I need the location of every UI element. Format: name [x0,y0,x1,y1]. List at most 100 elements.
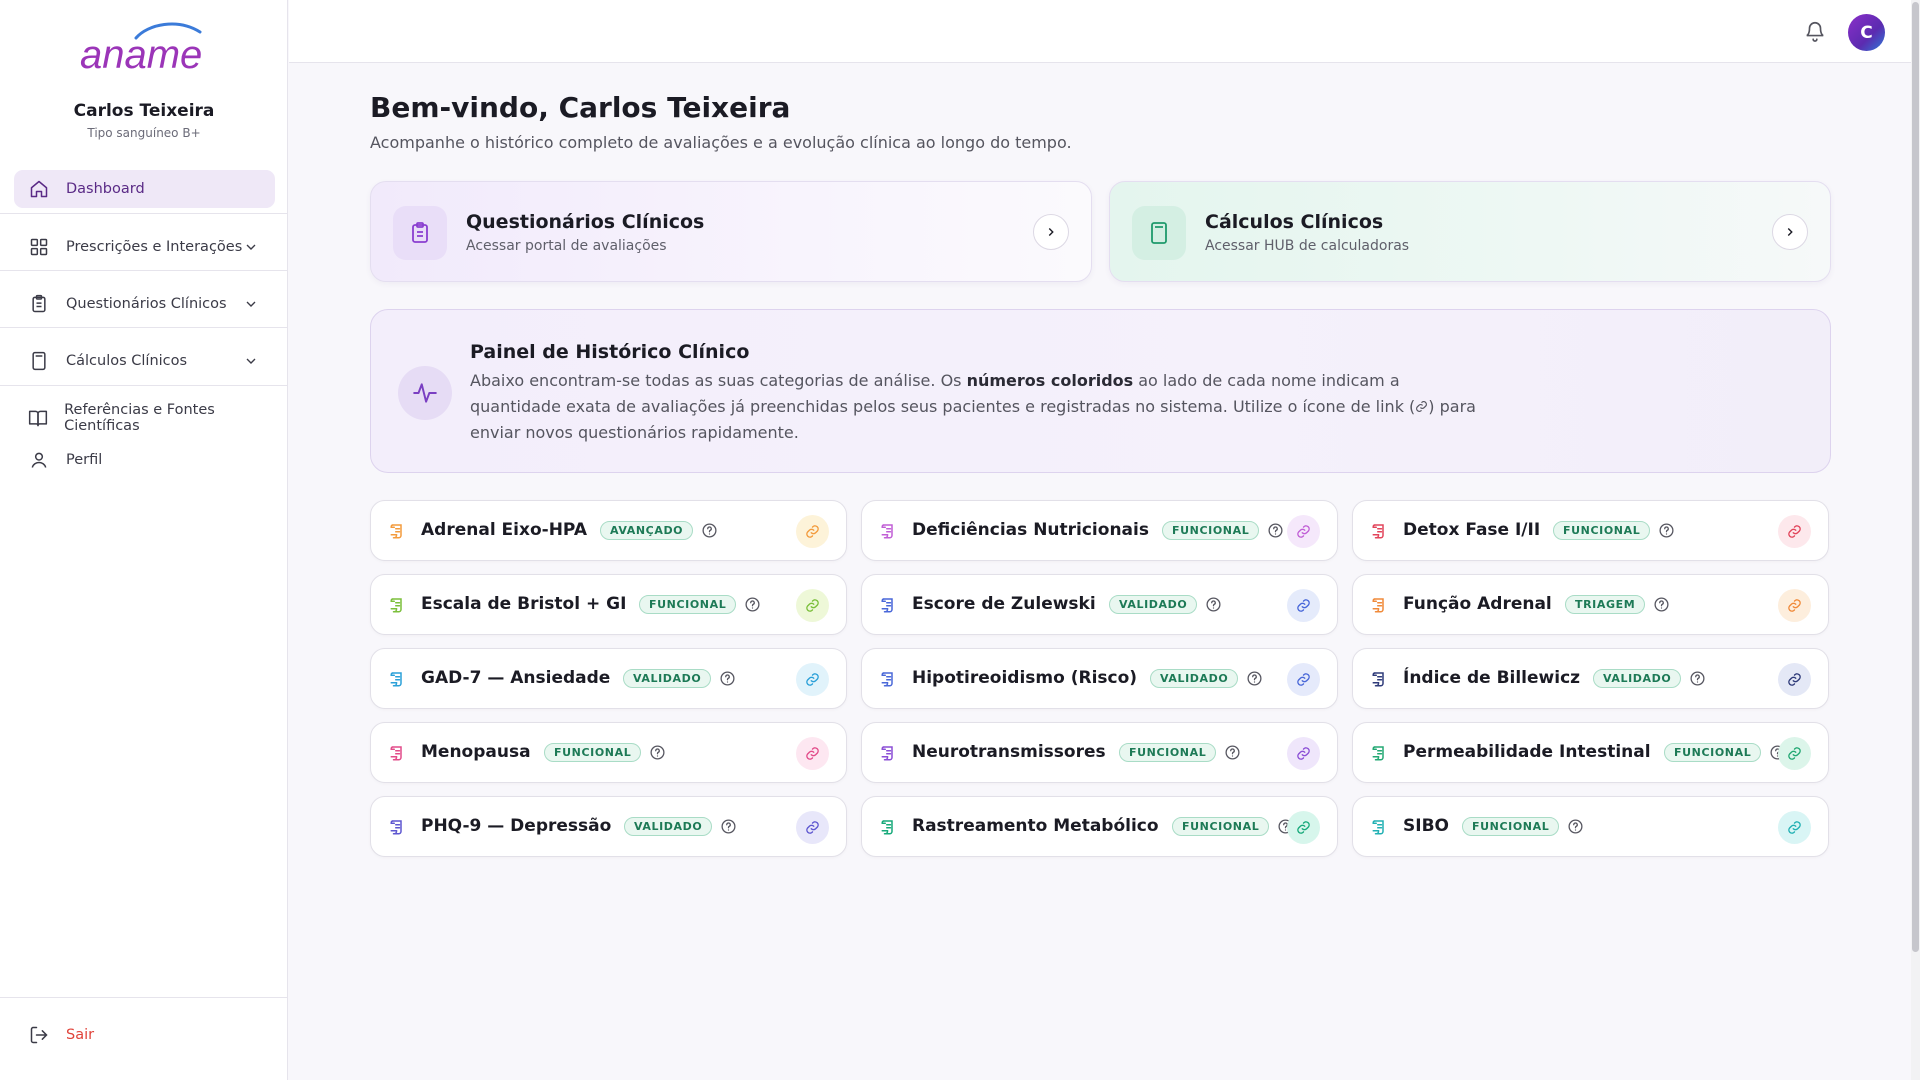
chevron-down-icon [246,358,256,364]
chevron-right-icon[interactable] [1772,214,1808,250]
send-link-button[interactable] [1778,811,1811,844]
help-icon[interactable] [719,670,736,687]
questionnaire-name: Neurotransmissores [912,742,1106,762]
questionnaire-card[interactable]: SIBO FUNCIONAL [1352,796,1829,857]
sidebar-divider [0,997,288,998]
questionnaire-card[interactable]: Permeabilidade Intestinal FUNCIONAL [1352,722,1829,783]
sidebar-item-calculos[interactable]: Cálculos Clínicos [14,342,275,380]
send-link-button[interactable] [1287,515,1320,548]
calculator-icon [1132,206,1186,260]
category-badge: FUNCIONAL [1553,521,1651,540]
help-icon[interactable] [1246,670,1263,687]
send-link-button[interactable] [796,663,829,696]
sidebar-divider [0,385,288,386]
calculator-icon [28,350,50,372]
questionnaire-card[interactable]: Rastreamento Metabólico FUNCIONAL [861,796,1338,857]
user-name: Carlos Teixeira [73,101,215,121]
sidebar-item-referencias[interactable]: Referências e Fontes Científicas [14,399,275,437]
chevron-right-icon[interactable] [1033,214,1069,250]
help-icon[interactable] [701,522,718,539]
send-link-button[interactable] [1287,737,1320,770]
category-badge: FUNCIONAL [639,595,737,614]
activity-icon [398,366,452,420]
link-icon [806,525,819,538]
user-avatar[interactable]: C [1848,14,1885,51]
questionnaire-card[interactable]: Hipotireoidismo (Risco) VALIDADO [861,648,1338,709]
panel-description: Abaixo encontram-se todas as suas catego… [470,371,1476,442]
link-icon [1788,747,1801,760]
logout-button[interactable]: Sair [14,1016,94,1054]
send-link-button[interactable] [796,589,829,622]
send-link-button[interactable] [1287,663,1320,696]
questionnaire-name: Detox Fase I/II [1403,520,1541,540]
category-badge: VALIDADO [624,817,713,836]
help-icon[interactable] [649,744,666,761]
category-badge: FUNCIONAL [1119,743,1217,762]
category-badge: VALIDADO [1593,669,1682,688]
home-icon [28,178,50,200]
calculos-shortcut-card[interactable]: Cálculos Clínicos Acessar HUB de calcula… [1109,181,1831,282]
help-icon[interactable] [1567,818,1584,835]
user-icon [28,449,50,471]
scroll-icon [390,746,402,761]
help-icon[interactable] [1205,596,1222,613]
questionnaire-card[interactable]: Menopausa FUNCIONAL [370,722,847,783]
sidebar-item-perfil[interactable]: Perfil [14,441,275,479]
questionarios-shortcut-card[interactable]: Questionários Clínicos Acessar portal de… [370,181,1092,282]
panel-title: Painel de Histórico Clínico [470,341,750,363]
sidebar-item-prescricoes[interactable]: Prescrições e Interações [14,228,275,266]
questionnaire-card[interactable]: Escala de Bristol + GI FUNCIONAL [370,574,847,635]
send-link-button[interactable] [1778,589,1811,622]
link-icon [1788,821,1801,834]
questionnaire-name: Escala de Bristol + GI [421,594,627,614]
questionnaire-meta: FUNCIONAL [639,595,761,614]
sidebar-item-questionarios[interactable]: Questionários Clínicos [14,285,275,323]
questionnaire-card[interactable]: Detox Fase I/II FUNCIONAL [1352,500,1829,561]
questionnaire-card[interactable]: Escore de Zulewski VALIDADO [861,574,1338,635]
send-link-button[interactable] [1287,811,1320,844]
send-link-button[interactable] [796,811,829,844]
help-icon[interactable] [720,818,737,835]
questionnaire-name: GAD-7 — Ansiedade [421,668,611,688]
help-icon[interactable] [1653,596,1670,613]
questionnaire-meta: FUNCIONAL [1462,817,1584,836]
help-icon[interactable] [1689,670,1706,687]
scroll-icon [390,820,402,835]
scrollbar[interactable] [1911,0,1920,1080]
category-badge: VALIDADO [1150,669,1239,688]
sidebar-item-dashboard[interactable]: Dashboard [14,170,275,208]
sidebar-item-label: Questionários Clínicos [66,296,227,312]
questionnaire-card[interactable]: Índice de Billewicz VALIDADO [1352,648,1829,709]
send-link-button[interactable] [796,515,829,548]
user-blood-type: Tipo sanguíneo B+ [87,126,201,140]
shortcut-subtitle: Acessar HUB de calculadoras [1205,238,1410,254]
questionnaire-card[interactable]: GAD-7 — Ansiedade VALIDADO [370,648,847,709]
send-link-button[interactable] [1778,737,1811,770]
book-icon [28,407,48,429]
link-icon [1788,673,1801,686]
questionnaire-name: Rastreamento Metabólico [912,816,1159,836]
send-link-button[interactable] [1287,589,1320,622]
send-link-button[interactable] [796,737,829,770]
questionnaire-card[interactable]: Adrenal Eixo-HPA AVANÇADO [370,500,847,561]
chevron-down-icon [246,301,256,307]
sidebar-divider [0,270,288,271]
questionnaire-meta: VALIDADO [624,817,737,836]
questionnaire-name: PHQ-9 — Depressão [421,816,612,836]
help-icon[interactable] [1267,522,1284,539]
help-icon[interactable] [1224,744,1241,761]
send-link-button[interactable] [1778,663,1811,696]
notification-bell-icon[interactable] [1804,20,1826,42]
help-icon[interactable] [1658,522,1675,539]
questionnaire-meta: FUNCIONAL [1664,743,1786,762]
questionnaire-card[interactable]: PHQ-9 — Depressão VALIDADO [370,796,847,857]
help-icon[interactable] [744,596,761,613]
questionnaire-card[interactable]: Função Adrenal TRIAGEM [1352,574,1829,635]
link-icon [1297,525,1310,538]
category-badge: TRIAGEM [1565,595,1646,614]
questionnaire-card[interactable]: Neurotransmissores FUNCIONAL [861,722,1338,783]
aname-logo[interactable]: aname [78,20,212,80]
send-link-button[interactable] [1778,515,1811,548]
scrollbar-thumb[interactable] [1912,2,1919,952]
questionnaire-card[interactable]: Deficiências Nutricionais FUNCIONAL [861,500,1338,561]
